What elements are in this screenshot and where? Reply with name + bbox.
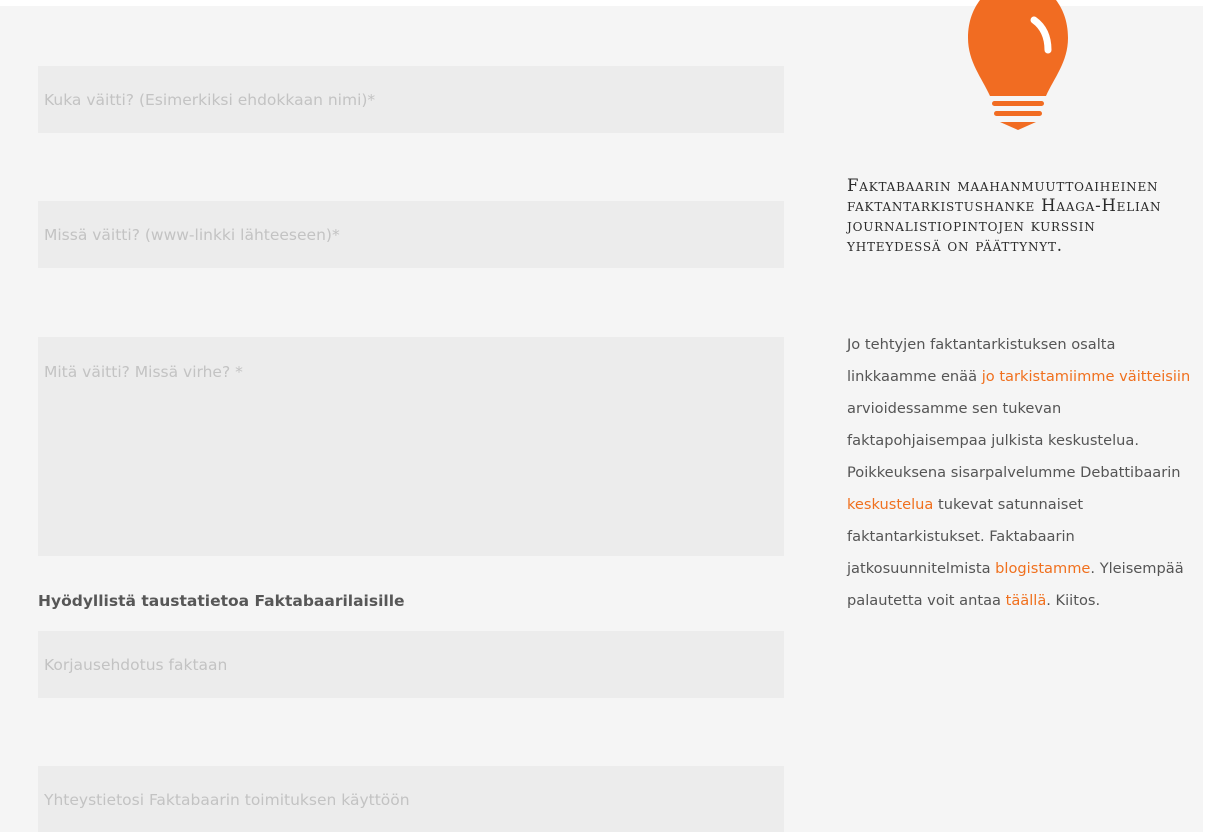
sidebar-text-part: . Kiitos. bbox=[1046, 592, 1101, 609]
sidebar-text-part: arvioidessamme sen tukevan faktapohjaise… bbox=[847, 400, 1181, 481]
claim-description-textarea[interactable] bbox=[38, 337, 784, 556]
project-ended-heading: Faktabaarin maahanmuuttoaiheinen faktant… bbox=[847, 176, 1162, 255]
contact-info-input[interactable] bbox=[38, 766, 784, 832]
feedback-link[interactable]: täällä bbox=[1006, 592, 1047, 609]
page: Hyödyllistä taustatietoa Faktabaarilaisi… bbox=[0, 0, 1207, 832]
discussion-link[interactable]: keskustelua bbox=[847, 496, 933, 513]
background-info-label: Hyödyllistä taustatietoa Faktabaarilaisi… bbox=[38, 592, 405, 610]
sidebar-text: Jo tehtyjen faktantarkistuksen osalta li… bbox=[847, 329, 1197, 617]
checked-claims-link[interactable]: jo tarkistamiimme väitteisiin bbox=[982, 368, 1191, 385]
lightbulb-icon bbox=[968, 0, 1068, 130]
blog-link[interactable]: blogistamme bbox=[995, 560, 1090, 577]
claimant-input[interactable] bbox=[38, 66, 784, 133]
correction-input[interactable] bbox=[38, 631, 784, 698]
source-link-input[interactable] bbox=[38, 201, 784, 268]
